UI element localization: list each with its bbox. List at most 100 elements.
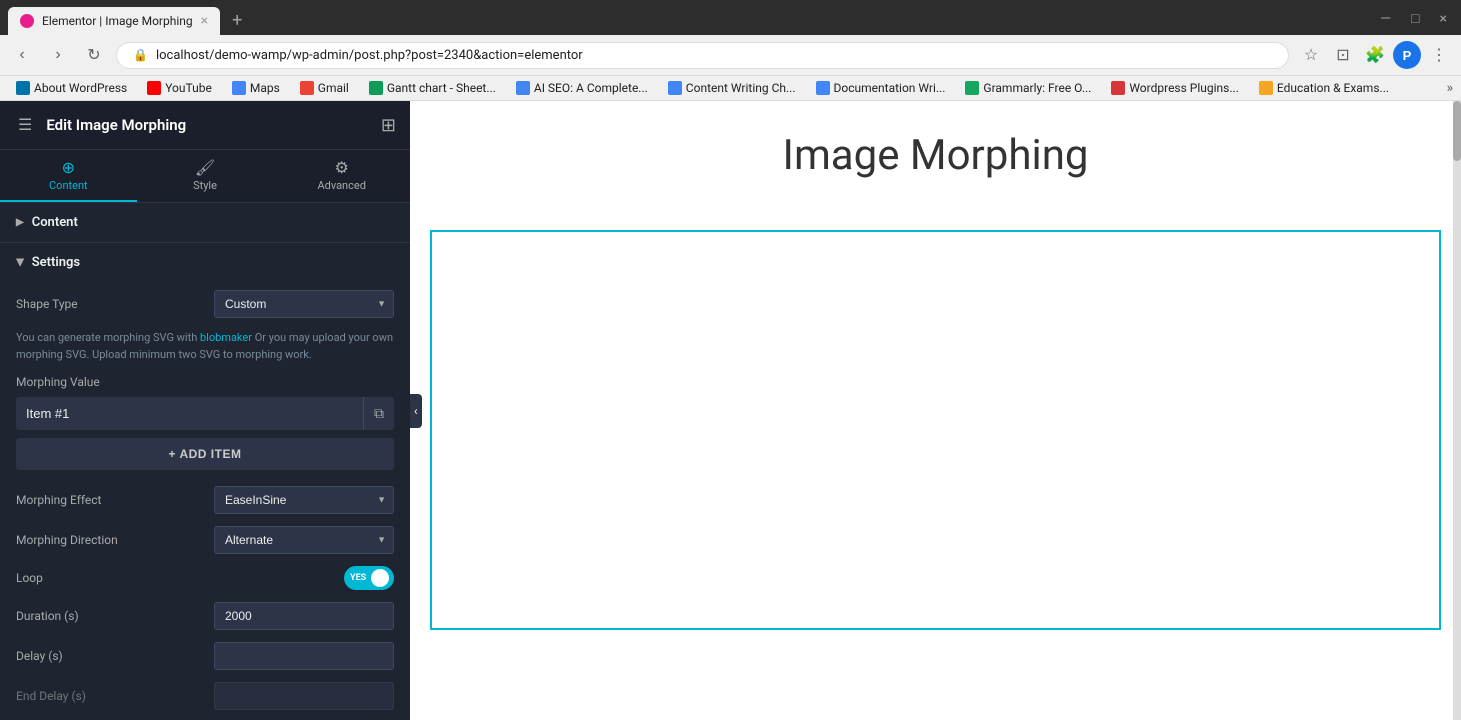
forward-button[interactable]: › bbox=[44, 41, 72, 69]
canvas-area: Image Morphing ‹ bbox=[410, 101, 1461, 720]
bookmark-favicon bbox=[1111, 81, 1125, 95]
bookmark-wordpress[interactable]: About WordPress bbox=[8, 79, 135, 97]
close-btn[interactable]: × bbox=[1434, 9, 1453, 29]
maximize-btn[interactable]: □ bbox=[1405, 8, 1425, 29]
morphing-direction-select[interactable]: Alternate Normal Reverse bbox=[214, 526, 394, 554]
bookmark-label: Gantt chart - Sheet... bbox=[387, 81, 496, 95]
content-section: ▶ Content bbox=[0, 203, 410, 243]
tab-advanced[interactable]: ⚙ Advanced bbox=[273, 150, 410, 202]
scrollbar-track bbox=[1453, 101, 1461, 720]
bookmark-wp-plugins[interactable]: Wordpress Plugins... bbox=[1103, 79, 1247, 97]
extensions-btn[interactable]: 🧩 bbox=[1361, 41, 1389, 69]
bookmark-label: Education & Exams... bbox=[1277, 81, 1389, 95]
bookmark-aiseo[interactable]: AI SEO: A Complete... bbox=[508, 79, 656, 97]
profile-btn[interactable]: P bbox=[1393, 41, 1421, 69]
minimize-btn[interactable]: — bbox=[1374, 9, 1397, 29]
scrollbar-thumb[interactable] bbox=[1453, 101, 1461, 161]
loop-toggle[interactable]: YES bbox=[344, 566, 394, 590]
end-delay-input[interactable] bbox=[214, 682, 394, 710]
bookmark-education[interactable]: Education & Exams... bbox=[1251, 79, 1397, 97]
new-tab-button[interactable]: + bbox=[224, 6, 250, 35]
content-section-label: Content bbox=[32, 215, 78, 230]
bookmark-label: Content Writing Ch... bbox=[686, 81, 796, 95]
content-section-header[interactable]: ▶ Content bbox=[0, 203, 410, 242]
panel-header: ☰ Edit Image Morphing ⊞ bbox=[0, 101, 410, 150]
morphing-direction-label: Morphing Direction bbox=[16, 533, 214, 547]
morphing-effect-select[interactable]: EaseInSine Linear EaseIn EaseOut bbox=[214, 486, 394, 514]
end-delay-control bbox=[214, 682, 394, 710]
content-tab-label: Content bbox=[49, 179, 88, 192]
bookmark-maps[interactable]: Maps bbox=[224, 79, 288, 97]
shape-type-label: Shape Type bbox=[16, 297, 214, 311]
bookmark-gantt[interactable]: Gantt chart - Sheet... bbox=[361, 79, 504, 97]
panel-collapse-handle[interactable]: ‹ bbox=[410, 394, 422, 428]
more-options-btn[interactable]: ⋮ bbox=[1425, 41, 1453, 69]
settings-section: ▶ Settings Shape Type Custom Preset bbox=[0, 243, 410, 720]
tab-style[interactable]: 🖌 Style bbox=[137, 150, 274, 202]
nav-icons: ☆ ⊡ 🧩 P ⋮ bbox=[1297, 41, 1453, 69]
shape-type-row: Shape Type Custom Preset bbox=[16, 290, 394, 318]
help-text: You can generate morphing SVG with blobm… bbox=[16, 330, 394, 363]
toggle-slider: YES bbox=[344, 566, 394, 590]
bookmark-label: About WordPress bbox=[34, 81, 127, 95]
bookmark-grammarly[interactable]: Grammarly: Free O... bbox=[957, 79, 1099, 97]
bookmark-favicon bbox=[516, 81, 530, 95]
back-button[interactable]: ‹ bbox=[8, 41, 36, 69]
item-row: ⧉ bbox=[16, 397, 394, 430]
canvas-widget-box[interactable] bbox=[430, 230, 1441, 630]
hamburger-button[interactable]: ☰ bbox=[14, 111, 36, 139]
bookmark-favicon bbox=[668, 81, 682, 95]
advanced-tab-icon: ⚙ bbox=[335, 158, 349, 177]
morphing-direction-row: Morphing Direction Alternate Normal Reve… bbox=[16, 526, 394, 554]
tab-close-btn[interactable]: × bbox=[201, 13, 208, 29]
item-copy-button[interactable]: ⧉ bbox=[363, 397, 394, 430]
bookmark-label: Documentation Wri... bbox=[834, 81, 946, 95]
delay-input[interactable] bbox=[214, 642, 394, 670]
bookmark-label: AI SEO: A Complete... bbox=[534, 81, 648, 95]
delay-control bbox=[214, 642, 394, 670]
bookmark-star-btn[interactable]: ☆ bbox=[1297, 41, 1325, 69]
morphing-effect-control: EaseInSine Linear EaseIn EaseOut bbox=[214, 486, 394, 514]
duration-input[interactable] bbox=[214, 602, 394, 630]
blobmaker-link[interactable]: blobmaker bbox=[200, 331, 252, 344]
advanced-tab-label: Advanced bbox=[317, 179, 365, 192]
morphing-value-label: Morphing Value bbox=[16, 375, 394, 389]
settings-collapse-arrow: ▶ bbox=[14, 259, 25, 267]
bookmark-label: Gmail bbox=[318, 81, 349, 95]
nav-bar: ‹ › ↻ 🔒 localhost/demo-wamp/wp-admin/pos… bbox=[0, 35, 1461, 76]
bookmark-favicon bbox=[16, 81, 30, 95]
panel-tabs: ⊕ Content 🖌 Style ⚙ Advanced bbox=[0, 150, 410, 203]
bookmark-favicon bbox=[816, 81, 830, 95]
tab-favicon bbox=[20, 14, 34, 28]
grid-button[interactable]: ⊞ bbox=[381, 115, 396, 136]
shape-type-select[interactable]: Custom Preset bbox=[214, 290, 394, 318]
bookmark-favicon bbox=[1259, 81, 1273, 95]
bookmark-documentation[interactable]: Documentation Wri... bbox=[808, 79, 954, 97]
browser-chrome: Elementor | Image Morphing × + — □ × ‹ ›… bbox=[0, 0, 1461, 101]
bookmarks-more-btn[interactable]: » bbox=[1446, 80, 1453, 96]
add-item-button[interactable]: + ADD ITEM bbox=[16, 438, 394, 470]
bookmark-youtube[interactable]: YouTube bbox=[139, 79, 220, 97]
bookmark-gmail[interactable]: Gmail bbox=[292, 79, 357, 97]
shape-type-select-wrapper: Custom Preset bbox=[214, 290, 394, 318]
settings-section-header[interactable]: ▶ Settings bbox=[0, 243, 410, 282]
reload-button[interactable]: ↻ bbox=[80, 41, 108, 69]
morphing-effect-label: Morphing Effect bbox=[16, 493, 214, 507]
bookmark-label: Grammarly: Free O... bbox=[983, 81, 1091, 95]
bookmark-content-writing[interactable]: Content Writing Ch... bbox=[660, 79, 804, 97]
style-tab-icon: 🖌 bbox=[195, 158, 215, 177]
loop-toggle-container: YES bbox=[344, 566, 394, 590]
page-title: Image Morphing bbox=[410, 101, 1461, 210]
active-tab[interactable]: Elementor | Image Morphing × bbox=[8, 7, 220, 35]
item-input[interactable] bbox=[16, 398, 363, 429]
morphing-effect-select-wrapper: EaseInSine Linear EaseIn EaseOut bbox=[214, 486, 394, 514]
elementor-panel: ☰ Edit Image Morphing ⊞ ⊕ Content 🖌 Styl… bbox=[0, 101, 410, 720]
bookmark-favicon bbox=[300, 81, 314, 95]
bookmark-favicon bbox=[232, 81, 246, 95]
content-tab-icon: ⊕ bbox=[62, 158, 75, 177]
cast-btn[interactable]: ⊡ bbox=[1329, 41, 1357, 69]
morphing-effect-row: Morphing Effect EaseInSine Linear EaseIn… bbox=[16, 486, 394, 514]
tab-content[interactable]: ⊕ Content bbox=[0, 150, 137, 202]
settings-section-label: Settings bbox=[32, 255, 80, 270]
url-bar[interactable]: 🔒 localhost/demo-wamp/wp-admin/post.php?… bbox=[116, 42, 1289, 69]
